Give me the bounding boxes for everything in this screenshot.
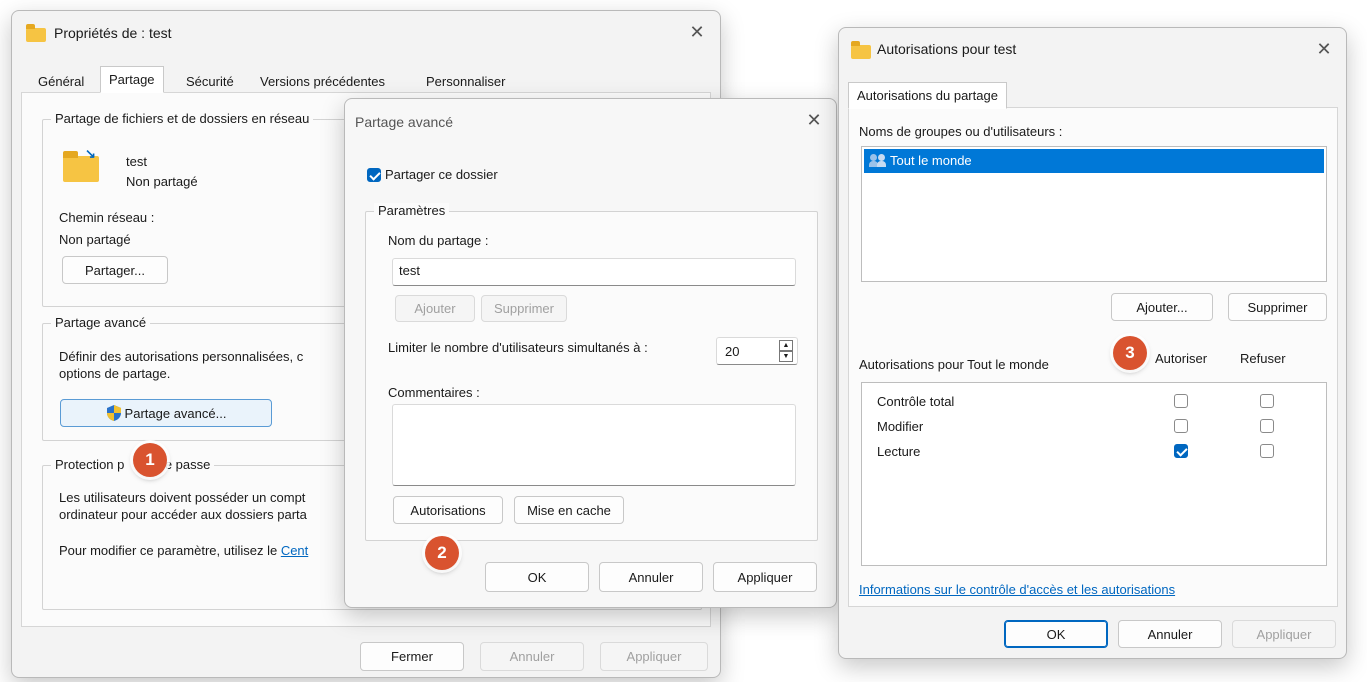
table-row: Lecture	[877, 444, 921, 459]
permissions-for-label: Autorisations pour Tout le monde	[859, 357, 1049, 372]
permissions-window: Autorisations pour test ✕ Autorisations …	[838, 27, 1347, 659]
permissions-table: Contrôle total Modifier Lecture	[861, 382, 1327, 566]
tab-customize[interactable]: Personnaliser	[418, 70, 514, 93]
deny-checkbox[interactable]	[1260, 419, 1274, 433]
share-folder-checkbox[interactable]	[367, 168, 381, 182]
groups-list[interactable]: Tout le monde	[861, 146, 1327, 282]
share-button[interactable]: Partager...	[62, 256, 168, 284]
stepper-down-icon[interactable]: ▼	[779, 351, 793, 362]
comments-textarea[interactable]	[392, 404, 796, 486]
groups-label: Noms de groupes ou d'utilisateurs :	[859, 124, 1063, 139]
tab-sharing[interactable]: Partage	[100, 66, 164, 93]
close-icon[interactable]: ✕	[686, 21, 708, 43]
group-name: Tout le monde	[890, 153, 972, 168]
advanced-share-button[interactable]: Partage avancé...	[60, 399, 272, 427]
stepper-up-icon[interactable]: ▲	[779, 340, 793, 351]
network-center-link[interactable]: Cent	[281, 543, 308, 558]
tab-share-permissions[interactable]: Autorisations du partage	[848, 82, 1007, 109]
properties-titlebar: Propriétés de : test ✕	[12, 11, 720, 55]
allow-checkbox[interactable]	[1174, 419, 1188, 433]
table-row: Contrôle total	[877, 394, 955, 409]
remove-user-button[interactable]: Supprimer	[1228, 293, 1327, 321]
step-badge-3: 3	[1113, 336, 1147, 370]
close-icon[interactable]: ✕	[803, 109, 825, 131]
apply-button[interactable]: Appliquer	[600, 642, 708, 671]
user-limit-value: 20	[725, 344, 740, 359]
properties-title: Propriétés de : test	[54, 25, 172, 41]
folder-icon	[851, 41, 871, 59]
apply-button[interactable]: Appliquer	[713, 562, 817, 592]
add-user-button[interactable]: Ajouter...	[1111, 293, 1213, 321]
cancel-button[interactable]: Annuler	[480, 642, 584, 671]
allow-checkbox[interactable]	[1174, 444, 1188, 458]
uac-shield-icon	[106, 404, 122, 422]
password-line3: Pour modifier ce paramètre, utilisez le …	[59, 543, 309, 558]
folder-icon	[26, 24, 46, 42]
advanced-sharing-title: Partage avancé	[355, 114, 454, 130]
remove-share-button[interactable]: Supprimer	[481, 295, 567, 322]
permissions-title: Autorisations pour test	[877, 41, 1017, 57]
step-badge-1: 1	[133, 443, 167, 477]
password-line2: ordinateur pour accéder aux dossiers par…	[59, 507, 307, 522]
permissions-button[interactable]: Autorisations	[393, 496, 503, 524]
folder-name: test	[126, 154, 147, 169]
deny-checkbox[interactable]	[1260, 444, 1274, 458]
tab-previous-versions[interactable]: Versions précédentes	[252, 70, 393, 93]
network-path-label: Chemin réseau :	[59, 210, 155, 225]
ok-button[interactable]: OK	[485, 562, 589, 592]
close-icon[interactable]: ✕	[1313, 38, 1335, 60]
deny-header: Refuser	[1240, 351, 1286, 366]
deny-checkbox[interactable]	[1260, 394, 1274, 408]
allow-header: Autoriser	[1155, 351, 1208, 366]
step-badge-2: 2	[425, 536, 459, 570]
password-line1: Les utilisateurs doivent posséder un com…	[59, 490, 306, 505]
share-name-input[interactable]: test	[392, 258, 796, 286]
advanced-description-line1: Définir des autorisations personnalisées…	[59, 349, 304, 364]
share-folder-label: Partager ce dossier	[385, 167, 498, 182]
list-item[interactable]: Tout le monde	[864, 149, 1324, 173]
caching-button[interactable]: Mise en cache	[514, 496, 624, 524]
add-share-button[interactable]: Ajouter	[395, 295, 475, 322]
table-row: Modifier	[877, 419, 924, 434]
close-button[interactable]: Fermer	[360, 642, 464, 671]
access-control-info-link[interactable]: Informations sur le contrôle d'accès et …	[859, 582, 1175, 597]
advanced-sharing-window: Partage avancé ✕ Partager ce dossier Par…	[344, 98, 837, 608]
allow-checkbox[interactable]	[1174, 394, 1188, 408]
tab-security[interactable]: Sécurité	[178, 70, 242, 93]
cancel-button[interactable]: Annuler	[1118, 620, 1222, 648]
ok-button[interactable]: OK	[1004, 620, 1108, 648]
advanced-description-line2: options de partage.	[59, 366, 171, 381]
cancel-button[interactable]: Annuler	[599, 562, 703, 592]
user-limit-stepper[interactable]: 20 ▲ ▼	[716, 337, 798, 365]
folder-share-status: Non partagé	[126, 174, 198, 189]
advanced-share-label: Partage avancé	[51, 315, 151, 330]
network-share-label: Partage de fichiers et de dossiers en ré…	[51, 111, 314, 126]
apply-button[interactable]: Appliquer	[1232, 620, 1336, 648]
settings-group: Paramètres Nom du partage : test Ajouter…	[365, 203, 818, 541]
share-name-label: Nom du partage :	[388, 233, 489, 248]
advanced-share-button-label: Partage avancé...	[124, 405, 227, 421]
shared-folder-icon: ↘	[63, 146, 99, 182]
user-limit-label: Limiter le nombre d'utilisateurs simulta…	[388, 340, 648, 355]
permissions-panel: Noms de groupes ou d'utilisateurs : Tout…	[848, 107, 1338, 607]
users-group-icon	[869, 154, 892, 168]
comments-label: Commentaires :	[388, 385, 480, 400]
settings-group-label: Paramètres	[374, 203, 450, 218]
network-path-value: Non partagé	[59, 232, 131, 247]
tab-general[interactable]: Général	[30, 70, 92, 93]
